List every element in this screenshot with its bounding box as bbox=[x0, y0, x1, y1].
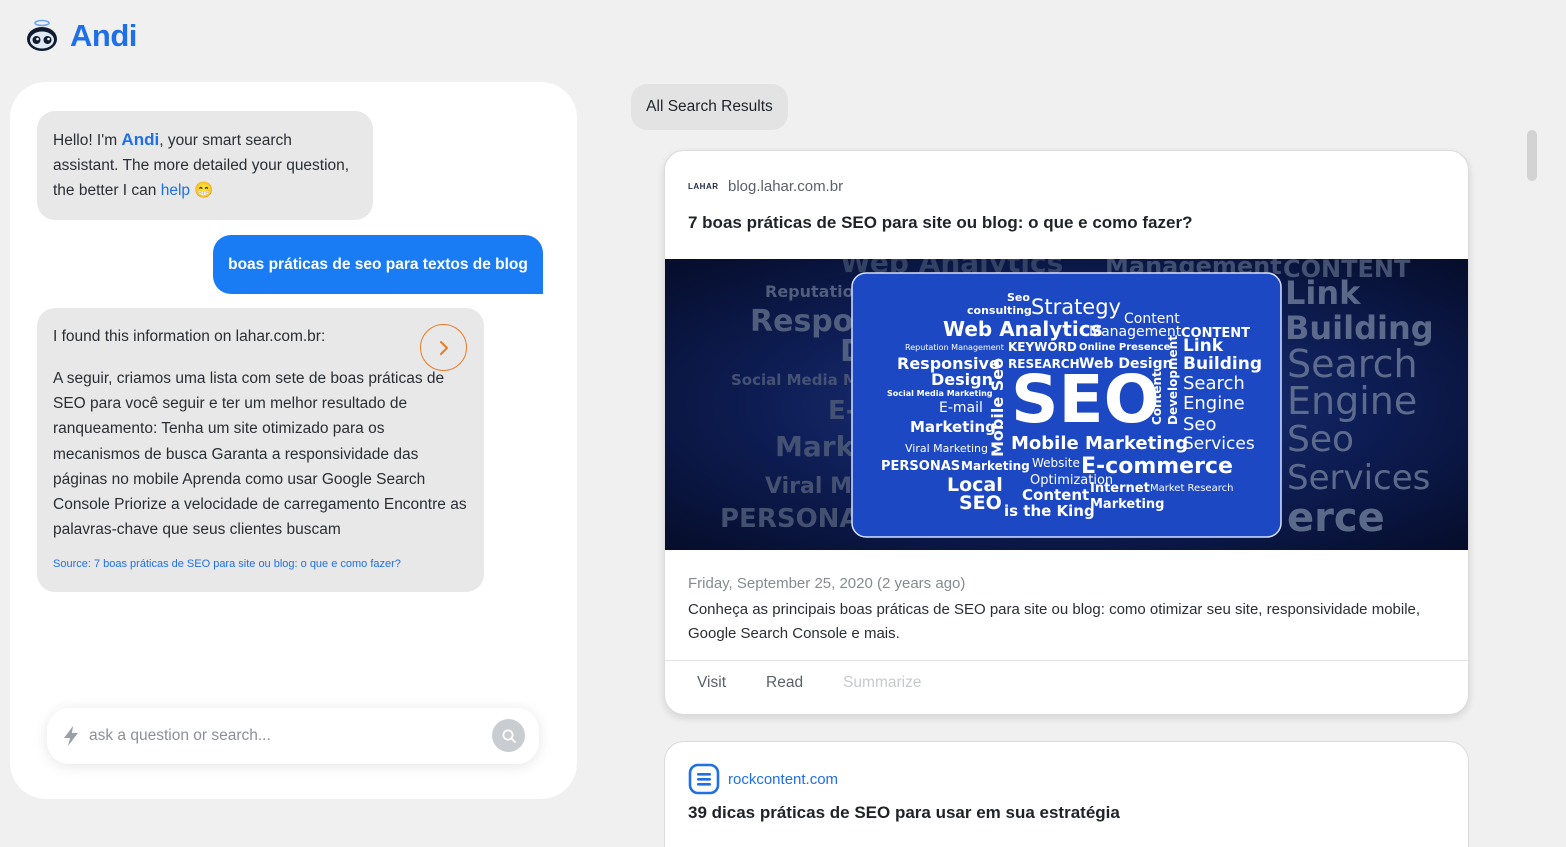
read-button[interactable]: Read bbox=[766, 674, 803, 692]
word-market-research: Market Research bbox=[1150, 483, 1233, 494]
answer-source-link[interactable]: Source: 7 boas práticas de SEO para site… bbox=[53, 557, 468, 571]
result-title[interactable]: 7 boas práticas de SEO para site ou blog… bbox=[688, 213, 1192, 233]
answer-intro: I found this information on lahar.com.br… bbox=[53, 328, 326, 345]
bg-word-link: Link bbox=[1285, 274, 1361, 312]
result-card: rockcontent.com 39 dicas práticas de SEO… bbox=[664, 741, 1469, 847]
word-design: Design bbox=[931, 370, 993, 389]
word-mobile-seo-vertical: Mobile Seo bbox=[988, 358, 1007, 457]
word-internet: Internet bbox=[1090, 481, 1150, 496]
word-content-vertical: Content bbox=[1150, 371, 1164, 425]
result-domain: blog.lahar.com.br bbox=[728, 178, 844, 195]
bg-word-erce: erce bbox=[1287, 495, 1385, 541]
grin-emoji-icon: 😁 bbox=[194, 182, 214, 199]
result-title[interactable]: 39 dicas práticas de SEO para usar em su… bbox=[688, 803, 1120, 823]
word-services: Services bbox=[1183, 434, 1255, 454]
greeting-text-pre: Hello! I'm bbox=[53, 132, 122, 149]
summarize-button[interactable]: Summarize bbox=[843, 674, 921, 692]
word-personas: PERSONAS bbox=[881, 459, 960, 474]
word-strategy: Strategy bbox=[1031, 295, 1121, 319]
word-web-analytics: Web Analytics bbox=[943, 317, 1102, 341]
bg-word-engine: Engine bbox=[1287, 379, 1417, 423]
word-seo-center: SEO bbox=[1011, 361, 1160, 438]
result-snippet: Conheça as principais boas práticas de S… bbox=[688, 601, 1421, 642]
bolt-icon bbox=[64, 726, 78, 746]
assistant-name: Andi bbox=[121, 130, 160, 149]
word-seo-bottom: SEO bbox=[959, 492, 1002, 514]
ask-input-bar bbox=[47, 708, 539, 764]
word-link: Link bbox=[1183, 336, 1224, 356]
word-development-vertical: Development bbox=[1166, 335, 1180, 425]
lahar-favicon-icon: LAHAR bbox=[688, 182, 719, 191]
word-marketing-3: Marketing bbox=[1090, 497, 1164, 512]
rockcontent-favicon-icon bbox=[688, 763, 720, 795]
word-viral-marketing: Viral Marketing bbox=[905, 442, 988, 455]
word-marketing: Marketing bbox=[910, 418, 996, 436]
user-query-bubble: boas práticas de seo para textos de blog bbox=[213, 235, 543, 294]
result-actions: Visit Read Summarize bbox=[697, 674, 921, 692]
word-seo-small: Seo bbox=[1007, 291, 1030, 304]
scrollbar-thumb[interactable] bbox=[1527, 130, 1537, 181]
bg-word-services: Services bbox=[1287, 458, 1430, 498]
search-input[interactable] bbox=[89, 722, 479, 750]
word-is-the-king: is the King bbox=[1004, 502, 1095, 520]
result-date: Friday, September 25, 2020 (2 years ago) bbox=[688, 575, 966, 592]
tab-all-search-results[interactable]: All Search Results bbox=[631, 84, 788, 130]
bg-word-social-media: Social Media Ma bbox=[731, 371, 868, 389]
word-social-media-marketing: Social Media Marketing bbox=[887, 389, 993, 398]
word-marketing-2: Marketing bbox=[961, 459, 1030, 473]
result-thumbnail[interactable]: Web Analytics Management CONTENT Reputat… bbox=[665, 259, 1468, 550]
chat-panel: Hello! I'm Andi, your smart search assis… bbox=[10, 82, 577, 799]
user-query-text: boas práticas de seo para textos de blog bbox=[228, 255, 528, 273]
assistant-greeting-bubble: Hello! I'm Andi, your smart search assis… bbox=[37, 111, 373, 220]
app-logo[interactable]: Andi bbox=[24, 18, 137, 54]
word-engine: Engine bbox=[1183, 393, 1245, 414]
search-icon bbox=[502, 729, 516, 743]
word-e-mail: E-mail bbox=[939, 400, 983, 416]
andi-robot-icon bbox=[24, 18, 60, 54]
bg-word-reputation: Reputation bbox=[765, 282, 865, 301]
word-seo-right: Seo bbox=[1183, 414, 1217, 435]
result-card: LAHAR blog.lahar.com.br 7 boas práticas … bbox=[664, 150, 1469, 715]
result-source[interactable]: LAHAR blog.lahar.com.br bbox=[688, 178, 843, 195]
answer-body: A seguir, criamos uma lista com sete de … bbox=[53, 370, 467, 539]
visit-button[interactable]: Visit bbox=[697, 674, 726, 692]
card-divider bbox=[665, 660, 1468, 661]
word-reputation-management: Reputation Management bbox=[905, 343, 1004, 352]
word-building: Building bbox=[1183, 354, 1262, 374]
help-link[interactable]: help bbox=[161, 182, 190, 199]
word-website: Website bbox=[1032, 456, 1080, 470]
assistant-answer-bubble: I found this information on lahar.com.br… bbox=[37, 308, 484, 592]
word-consulting: consulting bbox=[967, 304, 1032, 317]
next-answer-button[interactable] bbox=[420, 324, 467, 371]
app-name: Andi bbox=[70, 18, 137, 53]
bg-word-seo: Seo bbox=[1287, 419, 1354, 460]
search-button[interactable] bbox=[492, 719, 525, 752]
result-domain: rockcontent.com bbox=[728, 770, 839, 788]
chevron-right-icon bbox=[439, 340, 448, 355]
result-source[interactable]: rockcontent.com bbox=[688, 763, 838, 795]
word-mobile-marketing: Mobile Marketing bbox=[1011, 433, 1188, 454]
word-keyword: KEYWORD bbox=[1008, 340, 1077, 354]
word-search: Search bbox=[1183, 373, 1245, 394]
word-online-presence: Online Presence bbox=[1079, 342, 1171, 353]
